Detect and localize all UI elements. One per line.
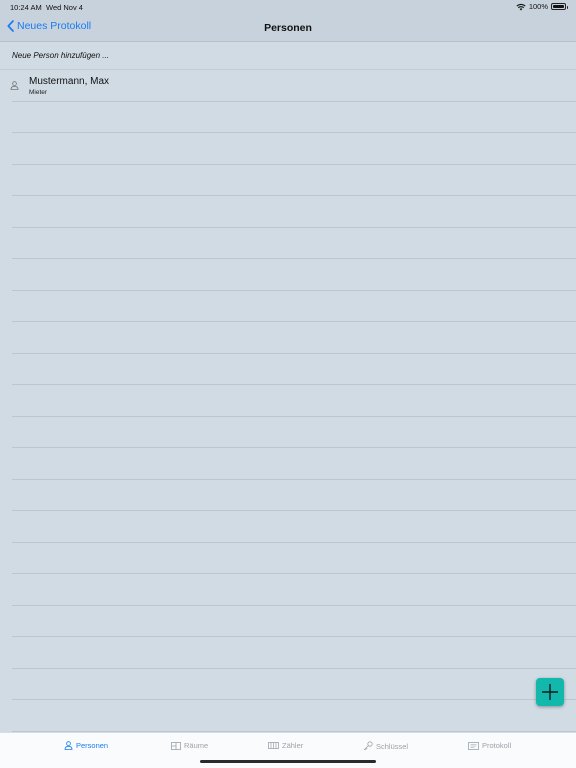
status-time: 10:24 AM <box>10 3 42 12</box>
tab-schluessel[interactable]: Schlüssel <box>363 741 408 751</box>
empty-row <box>12 574 576 606</box>
person-icon <box>10 81 19 90</box>
empty-row <box>12 417 576 448</box>
battery-icon <box>551 3 568 10</box>
navigation-bar: Neues Protokoll Personen <box>0 14 576 42</box>
rooms-icon <box>171 741 181 750</box>
empty-row <box>12 259 576 291</box>
person-role: Mieter <box>29 89 48 96</box>
person-list: Neue Person hinzufügen ... Mustermann, M… <box>0 42 576 732</box>
tab-raeume[interactable]: Räume <box>171 741 208 750</box>
tab-label: Schlüssel <box>376 741 409 751</box>
empty-row <box>12 700 576 732</box>
empty-row <box>12 354 576 385</box>
page-title: Personen <box>264 22 312 34</box>
key-icon <box>363 741 373 751</box>
tab-label: Räume <box>184 741 209 750</box>
tab-protokoll[interactable]: Protokoll <box>468 741 511 750</box>
empty-row <box>12 165 576 196</box>
empty-row <box>12 322 576 354</box>
empty-row <box>12 448 576 480</box>
empty-row <box>12 228 576 259</box>
empty-row <box>12 133 576 165</box>
home-indicator[interactable] <box>200 760 376 763</box>
plus-icon <box>542 684 558 700</box>
tab-label: Zähler <box>282 741 304 750</box>
empty-row <box>12 291 576 322</box>
wifi-icon <box>516 3 526 10</box>
person-name: Mustermann, Max <box>29 76 110 87</box>
empty-row <box>12 669 576 700</box>
empty-row <box>12 102 576 133</box>
empty-row <box>12 385 576 417</box>
meter-icon <box>268 742 279 749</box>
empty-row <box>12 480 576 511</box>
status-bar: 10:24 AM Wed Nov 4 100% <box>0 0 576 14</box>
empty-row <box>12 637 576 669</box>
add-person-row[interactable]: Neue Person hinzufügen ... <box>0 42 576 70</box>
empty-row <box>12 511 576 543</box>
tab-label: Personen <box>76 741 109 750</box>
tab-label: Protokoll <box>482 741 512 750</box>
empty-row <box>12 196 576 228</box>
battery-percent: 100% <box>528 2 548 11</box>
status-date: Wed Nov 4 <box>46 3 83 12</box>
empty-row <box>12 543 576 574</box>
empty-row <box>12 606 576 637</box>
protocol-icon <box>468 741 479 750</box>
status-right: 100% <box>516 2 568 11</box>
tab-zaehler[interactable]: Zähler <box>268 741 303 750</box>
person-icon <box>64 741 73 750</box>
tab-personen[interactable]: Personen <box>64 741 108 750</box>
add-person-button[interactable] <box>536 678 564 706</box>
person-row[interactable]: Mustermann, Max Mieter <box>10 70 576 102</box>
